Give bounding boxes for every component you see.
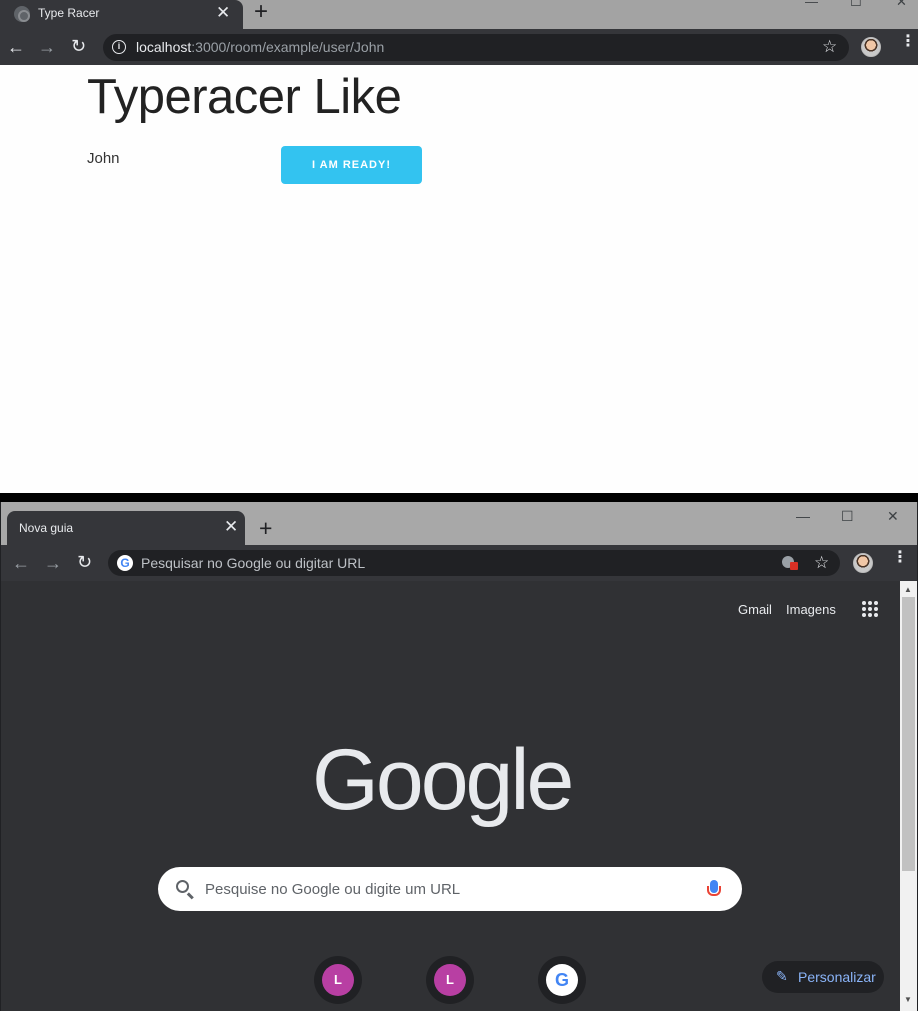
blocked-cookie-icon[interactable] <box>782 554 798 570</box>
profile-avatar[interactable] <box>853 553 873 573</box>
browser-toolbar: ← → ↻ G Pesquisar no Google ou digitar U… <box>1 545 917 581</box>
shortcut-initial: L <box>322 964 354 996</box>
menu-kebab-icon[interactable]: ⋮ <box>900 34 916 50</box>
info-icon[interactable]: i <box>112 40 126 54</box>
menu-kebab-icon[interactable]: ⋮ <box>892 550 908 566</box>
minimize-icon[interactable]: — <box>796 508 810 524</box>
customize-button[interactable]: ✎ Personalizar <box>762 961 884 993</box>
tab-nova-guia[interactable]: Nova guia ✕ <box>7 511 245 545</box>
close-tab-icon[interactable]: ✕ <box>224 517 238 537</box>
close-tab-icon[interactable]: ✕ <box>216 3 230 23</box>
browser-window-new-tab: Nova guia ✕ + — ☐ ✕ ← → ↻ G Pesquisar no… <box>0 502 918 1011</box>
address-url: localhost:3000/room/example/user/John <box>136 39 385 55</box>
maximize-icon[interactable]: ☐ <box>841 508 854 525</box>
google-logo: Google <box>312 732 574 828</box>
microphone-icon[interactable] <box>707 880 721 896</box>
tab-type-racer[interactable]: Type Racer ✕ <box>0 0 243 29</box>
vertical-scrollbar[interactable]: ▲ ▼ <box>900 581 917 1011</box>
shortcut-tile-google[interactable]: G <box>538 956 586 1004</box>
page-content: Typeracer Like John I AM READY! <box>0 65 918 493</box>
customize-label: Personalizar <box>798 969 876 985</box>
close-window-icon[interactable]: ✕ <box>896 0 907 10</box>
back-arrow-icon[interactable]: ← <box>7 38 25 56</box>
search-icon <box>176 880 189 893</box>
address-placeholder: Pesquisar no Google ou digitar URL <box>141 555 366 571</box>
reload-icon[interactable]: ↻ <box>77 553 92 571</box>
scrollbar-thumb[interactable] <box>902 597 915 871</box>
back-arrow-icon[interactable]: ← <box>12 554 30 572</box>
shortcut-tile[interactable]: L <box>426 956 474 1004</box>
bookmark-star-icon[interactable]: ☆ <box>814 553 829 573</box>
profile-avatar[interactable] <box>861 37 881 57</box>
scroll-up-icon[interactable]: ▲ <box>904 585 912 594</box>
new-tab-page: Gmail Imagens Google Pesquise no Google … <box>1 581 900 1011</box>
apps-grid-icon[interactable] <box>862 601 878 617</box>
shortcut-initial: L <box>434 964 466 996</box>
forward-arrow-icon[interactable]: → <box>44 554 62 572</box>
address-bar[interactable]: G Pesquisar no Google ou digitar URL <box>108 550 840 576</box>
browser-toolbar: ← → ↻ i localhost:3000/room/example/user… <box>0 29 918 65</box>
bookmark-star-icon[interactable]: ☆ <box>822 37 837 57</box>
browser-window-typeracer: Type Racer ✕ + — ☐ ✕ ← → ↻ i localhost:3… <box>0 0 918 493</box>
ready-button[interactable]: I AM READY! <box>281 146 422 184</box>
forward-arrow-icon[interactable]: → <box>38 38 56 56</box>
tab-strip: Type Racer ✕ + — ☐ ✕ <box>0 0 918 29</box>
google-g-icon: G <box>117 555 133 571</box>
reload-icon[interactable]: ↻ <box>71 37 86 55</box>
page-title: Typeracer Like <box>87 70 402 124</box>
close-window-icon[interactable]: ✕ <box>887 508 899 525</box>
window-divider <box>0 493 918 502</box>
username-label: John <box>87 150 120 167</box>
tab-title: Type Racer <box>38 6 100 20</box>
tab-strip: Nova guia ✕ + — ☐ ✕ <box>1 502 917 545</box>
pencil-icon: ✎ <box>776 968 788 984</box>
maximize-icon[interactable]: ☐ <box>850 0 862 10</box>
search-input[interactable]: Pesquise no Google ou digite um URL <box>205 881 460 898</box>
shortcut-tile[interactable]: L <box>314 956 362 1004</box>
images-link[interactable]: Imagens <box>786 602 836 617</box>
tab-title: Nova guia <box>19 521 74 535</box>
scroll-down-icon[interactable]: ▼ <box>904 995 912 1004</box>
search-box[interactable]: Pesquise no Google ou digite um URL <box>158 867 742 911</box>
address-bar[interactable]: i localhost:3000/room/example/user/John <box>103 34 849 61</box>
minimize-icon[interactable]: — <box>805 0 818 9</box>
globe-icon <box>14 6 30 22</box>
google-g-icon: G <box>546 964 578 996</box>
gmail-link[interactable]: Gmail <box>738 602 772 617</box>
new-tab-icon[interactable]: + <box>254 0 268 26</box>
new-tab-icon[interactable]: + <box>259 515 272 542</box>
